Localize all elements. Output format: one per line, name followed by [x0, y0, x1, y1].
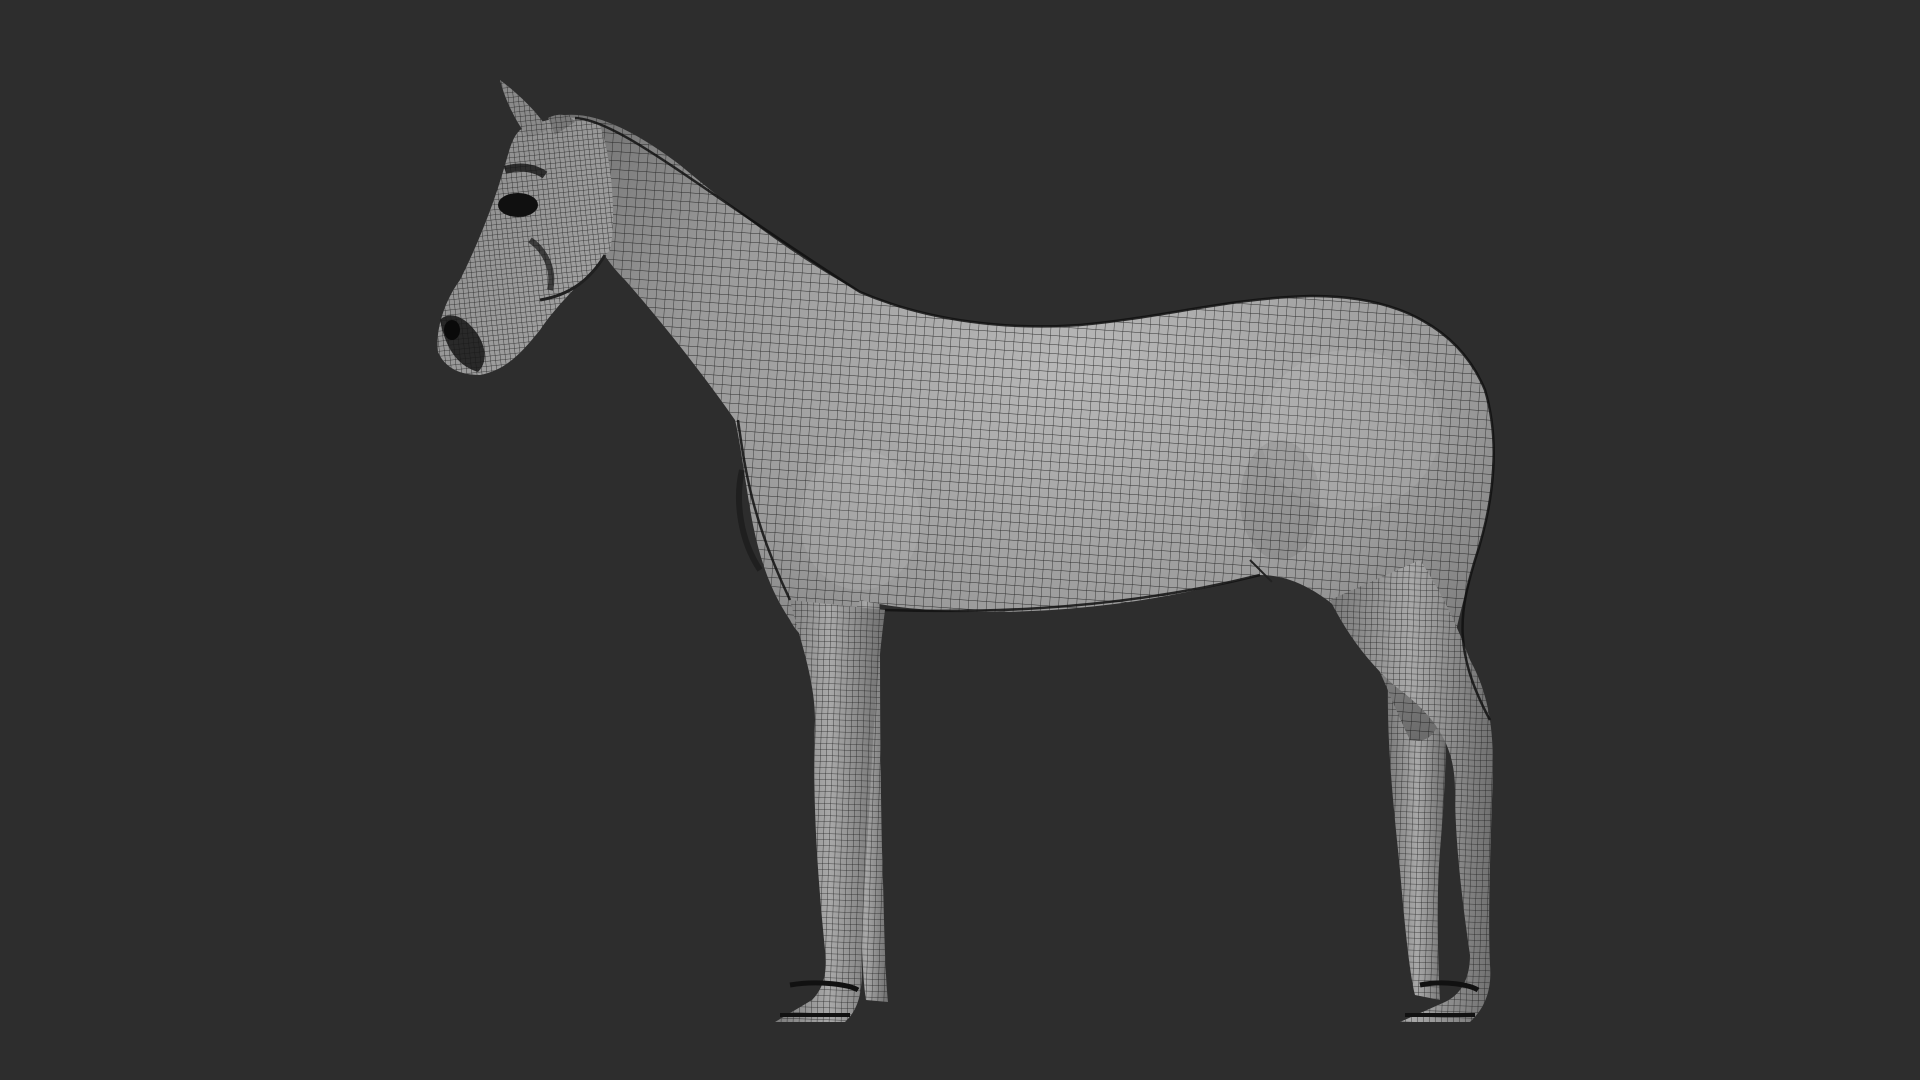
horse-head: [437, 117, 613, 375]
horse-ears: [500, 80, 575, 138]
3d-viewport[interactable]: [0, 0, 1920, 1080]
horse-body: [563, 114, 1494, 741]
horse-wireframe-model[interactable]: [0, 0, 1920, 1080]
